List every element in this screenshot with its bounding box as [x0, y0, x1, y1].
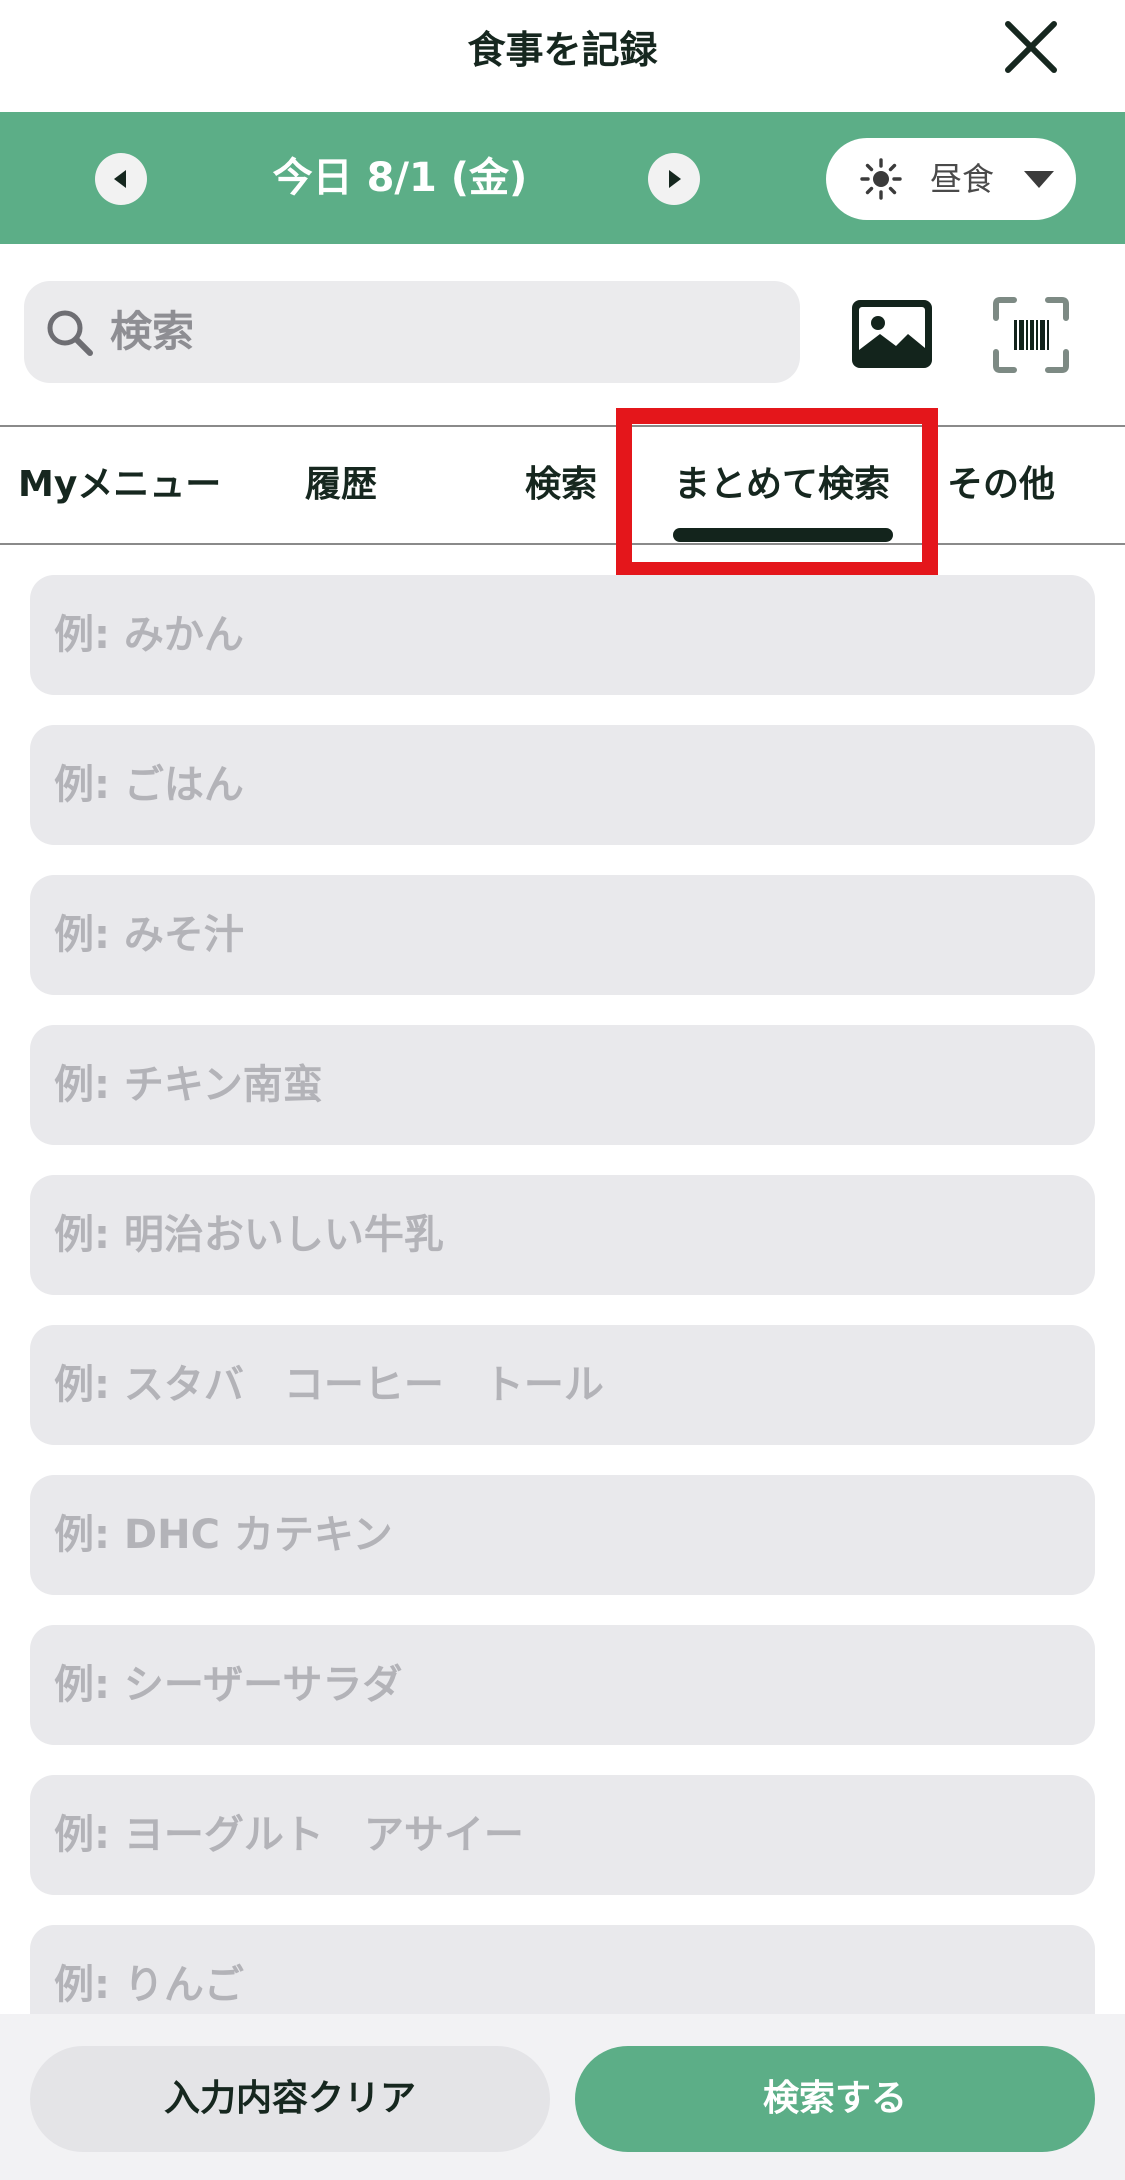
date-bar: 今日 8/1 (金) 昼食 — [0, 112, 1125, 244]
meal-type-dropdown[interactable]: 昼食 — [826, 138, 1076, 220]
meal-record-screen: 食事を記録 今日 8/1 (金) 昼食 検索 Myメニュー 履歴 検索 まとめて… — [0, 0, 1125, 2180]
tab-search[interactable]: 検索 — [525, 427, 597, 543]
food-entry-input[interactable] — [30, 1325, 1095, 1445]
image-icon — [852, 300, 932, 368]
page-title: 食事を記録 — [467, 28, 658, 72]
food-entry-input[interactable] — [30, 1175, 1095, 1295]
close-button[interactable] — [996, 12, 1066, 82]
search-placeholder: 検索 — [110, 307, 195, 356]
food-entry-input[interactable] — [30, 875, 1095, 995]
photo-search-button[interactable] — [850, 298, 934, 370]
meal-type-label: 昼食 — [930, 160, 995, 198]
tab-my-menu[interactable]: Myメニュー — [18, 427, 221, 543]
search-field[interactable]: 検索 — [24, 281, 800, 383]
barcode-scan-button[interactable] — [992, 296, 1070, 374]
caret-down-icon — [1024, 171, 1054, 188]
sun-icon — [860, 158, 902, 200]
tab-history[interactable]: 履歴 — [305, 427, 377, 543]
search-submit-button[interactable]: 検索する — [575, 2046, 1095, 2152]
food-entry-input[interactable] — [30, 1475, 1095, 1595]
magnifier-icon — [47, 310, 93, 356]
triangle-right-icon — [669, 170, 681, 188]
food-entry-input[interactable] — [30, 1025, 1095, 1145]
header: 食事を記録 — [0, 0, 1125, 112]
triangle-left-icon — [114, 170, 126, 188]
food-entry-input[interactable] — [30, 1625, 1095, 1745]
tab-other[interactable]: その他 — [947, 427, 1055, 543]
date-label[interactable]: 今日 8/1 (金) — [190, 112, 610, 244]
food-entry-input[interactable] — [30, 725, 1095, 845]
food-entry-input[interactable] — [30, 575, 1095, 695]
search-mode-tabs: Myメニュー 履歴 検索 まとめて検索 その他 — [0, 425, 1125, 545]
close-icon — [1005, 21, 1057, 73]
clear-input-button[interactable]: 入力内容クリア — [30, 2046, 550, 2152]
action-footer: 入力内容クリア 検索する — [0, 2014, 1125, 2180]
food-entry-input[interactable] — [30, 1775, 1095, 1895]
previous-day-button[interactable] — [95, 153, 147, 205]
barcode-scan-icon — [993, 297, 1069, 373]
next-day-button[interactable] — [648, 153, 700, 205]
highlight-annotation — [616, 408, 938, 578]
